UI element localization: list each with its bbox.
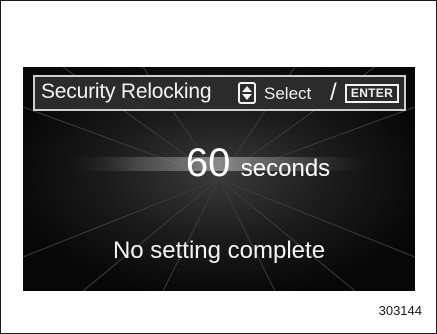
value-unit: seconds [240,155,331,182]
figure-number: 303144 [378,303,422,318]
up-down-arrow-icon [238,82,256,104]
separator: / [330,79,337,106]
screen-title: Security Relocking [41,80,212,103]
select-label: Select [264,84,312,103]
value-number: 60 [185,141,231,185]
status-message: No setting complete [112,237,326,264]
figure-frame: Security Relocking Select / ENTER 60 sec… [0,0,437,334]
title-bar: Security Relocking Select / ENTER [33,75,406,111]
enter-key-icon: ENTER [345,84,399,103]
relock-time-value: 60 seconds [23,141,415,197]
display-screen: Security Relocking Select / ENTER 60 sec… [23,67,415,291]
